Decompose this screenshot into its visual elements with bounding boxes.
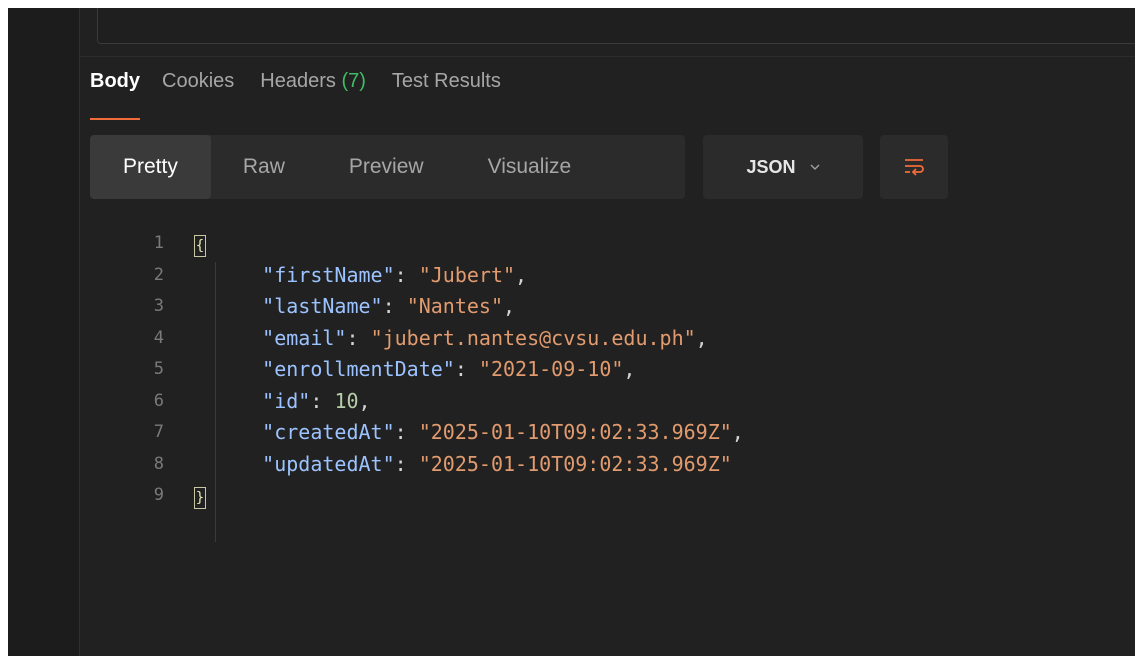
- line-number: 8: [153, 453, 164, 474]
- json-key: "firstName": [262, 262, 395, 287]
- json-value: "2025-01-10T09:02:33.969Z": [418, 420, 732, 444]
- json-value: "2021-09-10": [478, 357, 624, 381]
- json-key: "enrollmentDate": [262, 357, 455, 381]
- code-line: 1 {: [120, 228, 1020, 260]
- json-key: "updatedAt": [262, 451, 395, 476]
- tab-headers[interactable]: Headers (7): [260, 70, 366, 120]
- response-body-code[interactable]: 1 { 2 "firstName": "Jubert", 3 "lastName…: [120, 228, 1020, 512]
- code-line: 7 "createdAt": "2025-01-10T09:02:33.969Z…: [120, 417, 1020, 449]
- request-body-editor-edge[interactable]: [97, 8, 1135, 44]
- view-pretty-button[interactable]: Pretty: [90, 135, 211, 199]
- wrap-lines-icon: [905, 159, 924, 176]
- wrap-lines-button[interactable]: [880, 135, 948, 199]
- view-visualize-button[interactable]: Visualize: [456, 135, 604, 199]
- line-number: 6: [153, 390, 164, 411]
- line-number: 4: [153, 327, 164, 348]
- json-value: "Jubert": [418, 262, 516, 287]
- json-key: "lastName": [262, 294, 383, 318]
- line-number: 3: [153, 296, 164, 316]
- json-value: "jubert.nantes@cvsu.edu.ph": [370, 325, 696, 350]
- json-key: "id": [262, 388, 311, 413]
- bracket-highlight: {: [194, 235, 206, 257]
- headers-count-badge: (7): [341, 70, 366, 92]
- response-tabs: Body Cookies Headers (7) Test Results: [90, 70, 527, 120]
- sidebar-divider: [79, 8, 80, 656]
- panel-divider: [80, 56, 1135, 57]
- code-line: 2 "firstName": "Jubert",: [120, 260, 1020, 292]
- sidebar-strip: [8, 8, 79, 656]
- view-raw-button[interactable]: Raw: [211, 135, 317, 199]
- format-select-value: JSON: [746, 156, 796, 177]
- json-key: "email": [262, 325, 347, 350]
- code-line: 9 }: [120, 480, 1020, 512]
- json-value: 10: [334, 388, 359, 413]
- line-number: 5: [153, 359, 164, 379]
- line-number: 7: [153, 422, 164, 442]
- view-preview-button[interactable]: Preview: [317, 135, 456, 199]
- bracket-highlight: }: [194, 487, 206, 509]
- code-line: 6 "id": 10,: [120, 386, 1020, 418]
- line-number: 1: [153, 233, 164, 253]
- json-value: "2025-01-10T09:02:33.969Z": [418, 451, 732, 476]
- line-number: 9: [153, 485, 164, 505]
- code-line: 5 "enrollmentDate": "2021-09-10",: [120, 354, 1020, 386]
- json-key: "createdAt": [262, 420, 395, 444]
- tab-test-results[interactable]: Test Results: [392, 70, 501, 120]
- chevron-down-icon: [810, 164, 820, 170]
- code-line: 3 "lastName": "Nantes",: [120, 291, 1020, 323]
- tab-body[interactable]: Body: [90, 70, 140, 120]
- tab-cookies[interactable]: Cookies: [162, 70, 234, 120]
- format-select[interactable]: JSON: [703, 135, 863, 199]
- code-line: 8 "updatedAt": "2025-01-10T09:02:33.969Z…: [120, 449, 1020, 481]
- line-number: 2: [153, 264, 164, 285]
- view-mode-segmented: Pretty Raw Preview Visualize: [90, 135, 685, 199]
- json-value: "Nantes": [406, 294, 504, 318]
- code-line: 4 "email": "jubert.nantes@cvsu.edu.ph",: [120, 323, 1020, 355]
